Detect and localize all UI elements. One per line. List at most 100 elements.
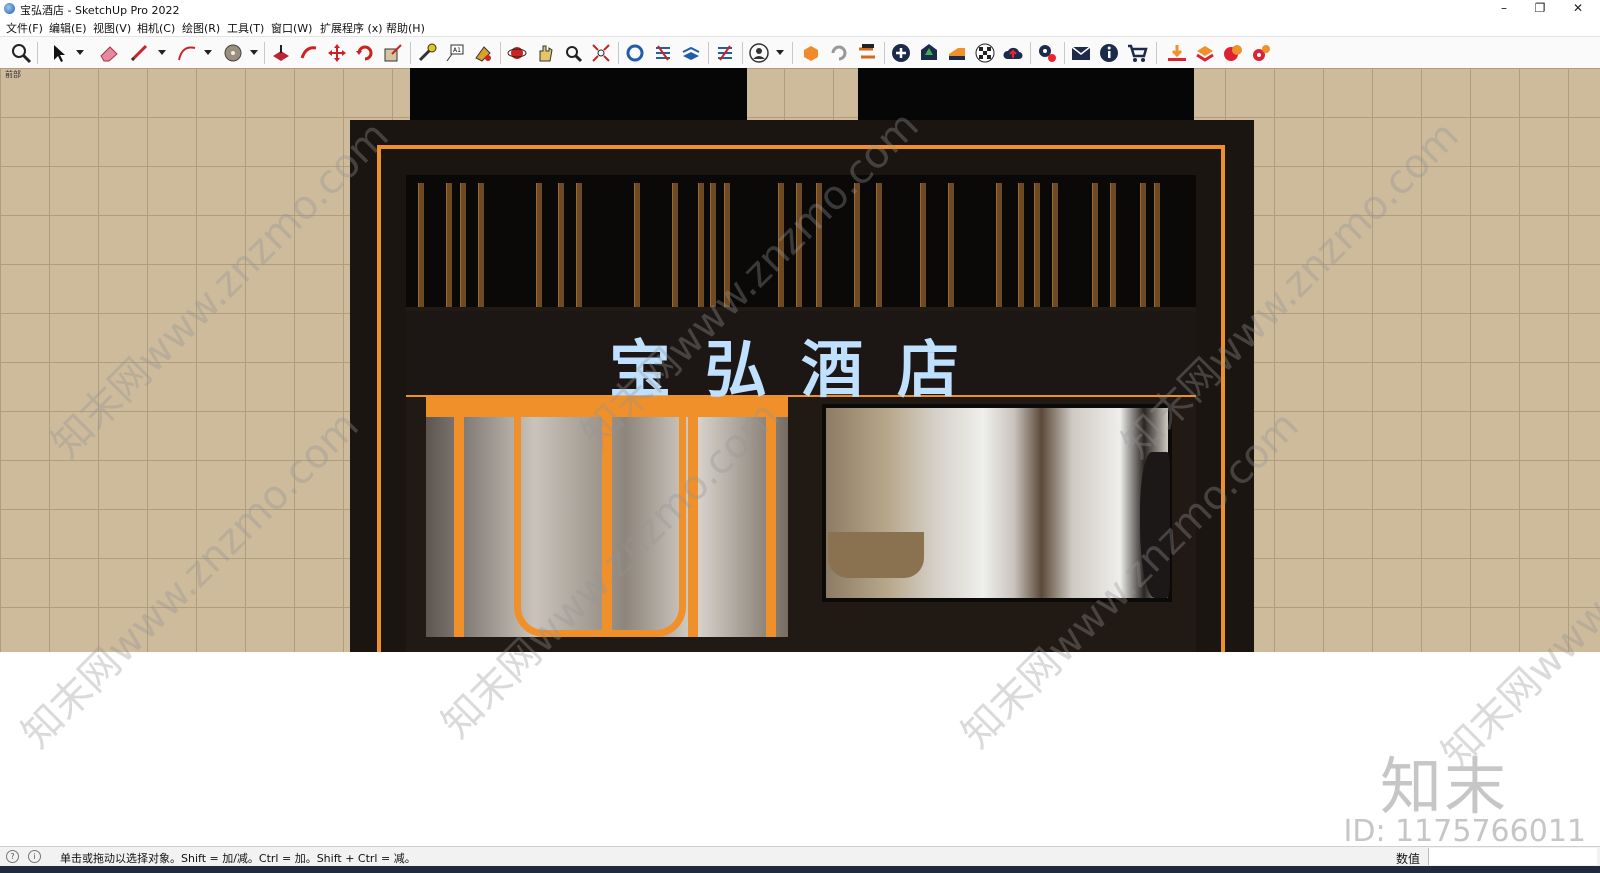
zoom-extents-icon[interactable]	[590, 42, 612, 64]
toolbar-separator	[884, 42, 885, 64]
arc-icon[interactable]	[176, 42, 198, 64]
hotel-sign-text: 宝弘酒店	[608, 333, 993, 406]
styles-icon[interactable]	[714, 42, 736, 64]
svg-text:A1: A1	[453, 47, 461, 54]
tape-measure-icon[interactable]	[416, 42, 438, 64]
warehouse-icon[interactable]	[624, 42, 646, 64]
plugin-c-icon[interactable]	[1250, 42, 1272, 64]
upper-window-right	[858, 68, 1194, 120]
account-icon[interactable]	[748, 42, 770, 64]
menu-camera[interactable]: 相机(C)	[137, 20, 175, 36]
zoom-window-icon[interactable]	[562, 42, 584, 64]
door-post	[766, 417, 776, 637]
add-icon[interactable]	[890, 42, 912, 64]
slat	[672, 183, 678, 307]
scale-icon[interactable]	[382, 42, 404, 64]
pencil-icon[interactable]	[128, 42, 150, 64]
toolbar-separator	[410, 42, 411, 64]
menu-tools[interactable]: 工具(T)	[227, 20, 264, 36]
geo-location-icon[interactable]: ?	[6, 850, 19, 863]
brand-watermark-logo: 知末	[1379, 750, 1508, 823]
minimize-button[interactable]: –	[1486, 0, 1522, 18]
push-pull-icon[interactable]	[270, 42, 292, 64]
credits-icon[interactable]: i	[28, 850, 41, 863]
lobby-display-window	[822, 404, 1172, 602]
close-button[interactable]: ✕	[1560, 0, 1596, 18]
menu-window[interactable]: 窗口(W)	[271, 20, 312, 36]
account-dropdown-icon[interactable]	[776, 50, 784, 55]
plugin-a-icon[interactable]	[800, 42, 822, 64]
shape-circle-icon[interactable]	[222, 42, 244, 64]
slat	[558, 183, 564, 307]
window-title: 宝弘酒店 - SketchUp Pro 2022	[20, 4, 180, 17]
menu-extensions[interactable]: 扩展程序 (x)	[320, 20, 383, 36]
info-icon[interactable]	[1098, 42, 1120, 64]
menu-bar: 文件(F) 编辑(E) 视图(V) 相机(C) 绘图(R) 工具(T) 窗口(W…	[0, 18, 1600, 36]
measurements-label: 数值	[1396, 852, 1421, 866]
paint-icon[interactable]	[472, 42, 494, 64]
menu-view[interactable]: 视图(V)	[93, 20, 131, 36]
toolbar-separator	[1156, 42, 1157, 64]
select-arrow-icon[interactable]	[48, 42, 70, 64]
revolving-door-drum	[514, 411, 686, 637]
swap-icon[interactable]	[856, 42, 878, 64]
toolbar-separator	[1064, 42, 1065, 64]
revolving-door-entrance	[426, 411, 788, 637]
measurements-input[interactable]	[1428, 848, 1597, 865]
hotel-sign-band: 宝弘酒店	[406, 311, 1196, 406]
plugin-b-icon[interactable]	[1222, 42, 1244, 64]
slat	[1154, 183, 1160, 307]
slat	[576, 183, 582, 307]
layout-icon[interactable]	[680, 42, 702, 64]
ruler-icon[interactable]	[946, 42, 968, 64]
menu-draw[interactable]: 绘图(R)	[182, 20, 220, 36]
mail-icon[interactable]	[1070, 42, 1092, 64]
eraser-icon[interactable]	[98, 42, 120, 64]
line-dropdown-icon[interactable]	[158, 50, 166, 55]
shape-dropdown-icon[interactable]	[250, 50, 258, 55]
slat	[1092, 183, 1098, 307]
cloud-upload-icon[interactable]	[1002, 42, 1024, 64]
cart-icon[interactable]	[1126, 42, 1148, 64]
text-icon[interactable]: A1	[444, 42, 466, 64]
menu-file[interactable]: 文件(F)	[6, 20, 43, 36]
upper-window-left	[410, 68, 747, 120]
move-icon[interactable]	[326, 42, 348, 64]
tree-icon[interactable]	[918, 42, 940, 64]
select-dropdown-icon[interactable]	[76, 50, 84, 55]
toolbar-separator	[1030, 42, 1031, 64]
menu-help[interactable]: 帮助(H)	[386, 20, 425, 36]
model-viewport[interactable]: 前部 宝弘酒店 知末网www.znzmo.com 知末网www.znzmo.co…	[0, 68, 1600, 846]
status-bar: ? i 单击或拖动以选择对象。Shift = 加/减。Ctrl = 加。Shif…	[0, 846, 1600, 867]
decorative-rock-sculpture	[1140, 452, 1170, 598]
layers-icon[interactable]	[1194, 42, 1216, 64]
checker-icon[interactable]	[974, 42, 996, 64]
slat	[948, 183, 954, 307]
slat	[634, 183, 640, 307]
zoom-icon[interactable]	[10, 42, 32, 64]
slat	[1110, 183, 1116, 307]
reception-desk	[828, 532, 924, 578]
slat	[778, 183, 784, 307]
pan-icon[interactable]	[534, 42, 556, 64]
scene-tab-front[interactable]: 前部	[5, 69, 21, 80]
download-icon[interactable]	[1166, 42, 1188, 64]
settings-gear-icon[interactable]	[1036, 42, 1058, 64]
restore-button[interactable]: ❐	[1522, 0, 1558, 18]
follow-me-icon[interactable]	[298, 42, 320, 64]
status-hint: 单击或拖动以选择对象。Shift = 加/减。Ctrl = 加。Shift + …	[60, 852, 416, 865]
rotate-icon[interactable]	[354, 42, 376, 64]
vertical-slat-grille	[406, 175, 1196, 307]
arc-dropdown-icon[interactable]	[204, 50, 212, 55]
refresh-icon[interactable]	[828, 42, 850, 64]
orbit-icon[interactable]	[506, 42, 528, 64]
extension-warehouse-icon[interactable]	[652, 42, 674, 64]
title-bar: 宝弘酒店 - SketchUp Pro 2022 – ❐ ✕	[0, 0, 1600, 18]
slat	[724, 183, 730, 307]
menu-edit[interactable]: 编辑(E)	[49, 20, 87, 36]
toolbar-separator	[264, 42, 265, 64]
sketchup-app-icon	[4, 3, 15, 14]
slat	[536, 183, 542, 307]
taskbar-strip	[0, 866, 1600, 873]
brand-watermark-id: ID: 1175766011	[1343, 814, 1586, 849]
